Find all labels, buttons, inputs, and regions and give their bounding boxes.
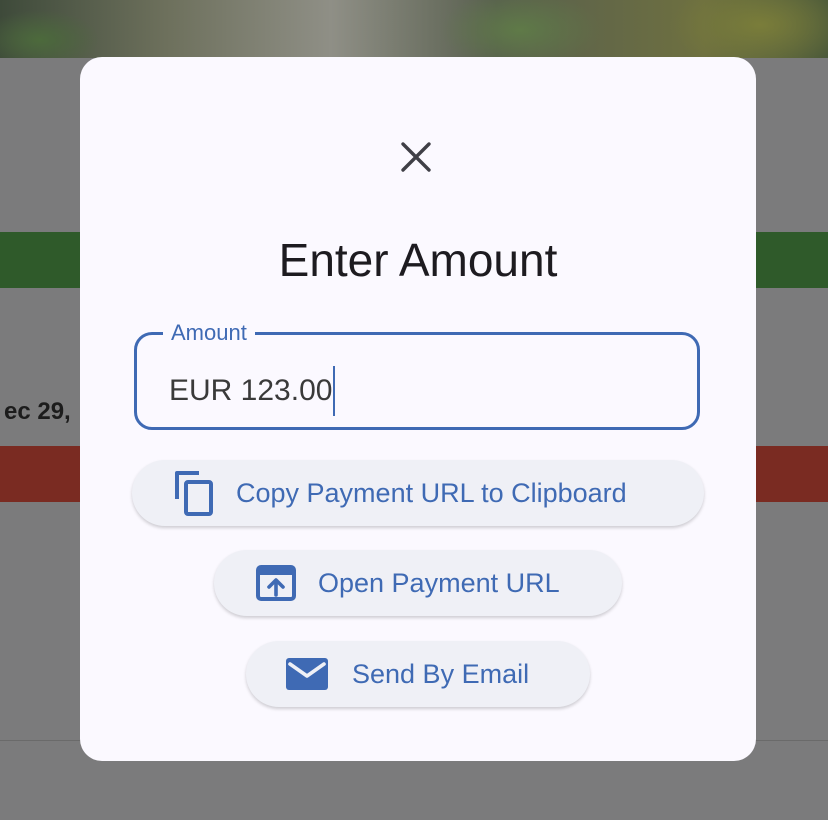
amount-field[interactable]: Amount EUR 123.00	[134, 319, 700, 430]
text-caret	[333, 366, 336, 416]
dialog-title: Enter Amount	[278, 234, 558, 286]
enter-amount-dialog: Enter Amount Amount EUR 123.00 Copy Paym…	[80, 57, 756, 761]
open-payment-url-label: Open Payment URL	[318, 567, 560, 598]
open-payment-url-button[interactable]: Open Payment URL	[214, 550, 622, 616]
send-by-email-label: Send By Email	[352, 658, 530, 689]
background-photo	[0, 0, 828, 58]
open-in-browser-icon	[254, 565, 298, 601]
close-icon	[401, 142, 431, 172]
amount-input[interactable]: EUR 123.00	[169, 366, 336, 416]
send-by-email-button[interactable]: Send By Email	[246, 641, 590, 707]
copy-payment-url-label: Copy Payment URL to Clipboard	[236, 477, 627, 508]
copy-payment-url-button[interactable]: Copy Payment URL to Clipboard	[132, 460, 704, 526]
copy-icon	[170, 469, 218, 517]
email-icon	[284, 656, 330, 692]
background-date-text: ec 29,	[4, 398, 71, 425]
amount-field-label: Amount	[163, 319, 255, 347]
amount-input-value: EUR 123.00	[169, 374, 333, 407]
close-button[interactable]	[392, 133, 440, 181]
